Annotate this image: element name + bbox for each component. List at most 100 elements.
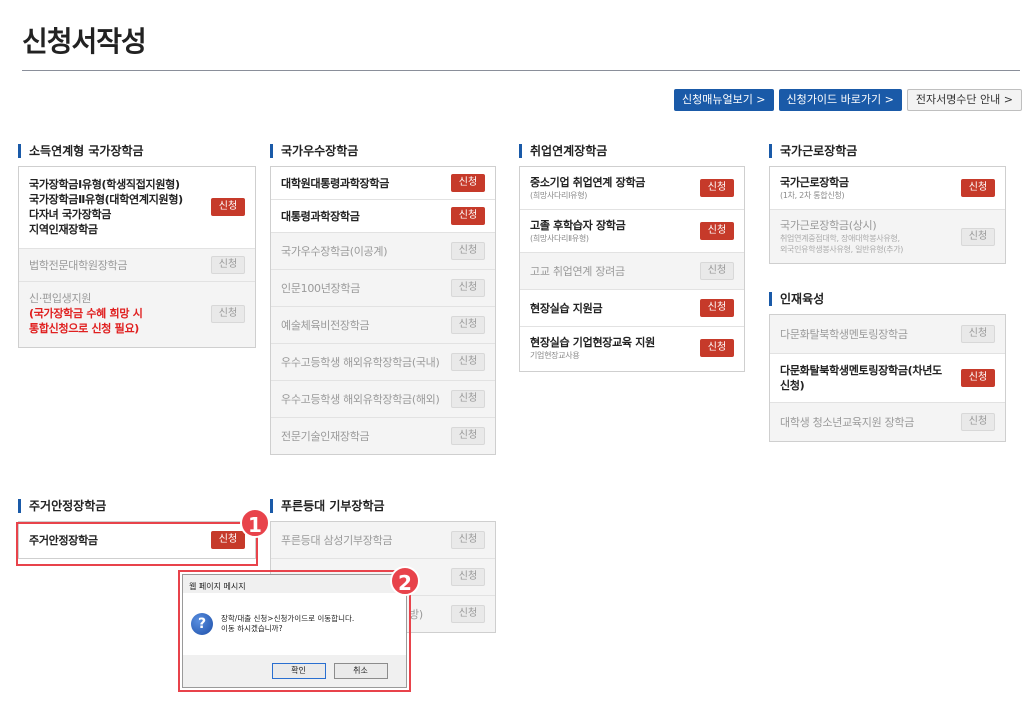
list-item: 주거안정장학금 신청 [19, 522, 255, 558]
scholarship-card: 중소기업 취업연계 장학금 (희망사다리Ⅰ유형) 신청 고졸 후학습자 장학금 (희… [519, 166, 745, 372]
notice-text: (국가장학금 수혜 희망 시 통합신청으로 신청 필요) [29, 307, 143, 335]
apply-button[interactable]: 신청 [700, 179, 734, 197]
scholarship-label: 인문100년장학금 [281, 281, 361, 295]
dialog-title: 웹 페이지 메시지 [189, 582, 246, 591]
scholarship-label: 예술체육비전장학금 [281, 318, 370, 332]
step2-badge: 2 [390, 566, 420, 596]
apply-button-disabled: 신청 [211, 304, 245, 323]
apply-button-disabled: 신청 [451, 605, 485, 623]
apply-button-disabled: 신청 [700, 262, 734, 280]
scholarship-card: 다문화탈북학생멘토링장학금 신청 다문화탈북학생멘토링장학금(차년도 신청) 신… [769, 314, 1006, 442]
apply-button-disabled: 신청 [451, 427, 485, 445]
title-divider [22, 70, 1020, 71]
list-item: 대학원대통령과학장학금 신청 [271, 167, 495, 199]
scholarship-sublabel: (1차, 2차 통합신청) [780, 191, 845, 200]
apply-button[interactable]: 신청 [211, 531, 245, 549]
scholarship-label: 국가장학금Ⅰ유형(학생직접지원형) 국가장학금Ⅱ유형(대학연계지원형) 다자녀 … [29, 178, 183, 236]
scholarship-label: 대학생 청소년교육지원 장학금 [780, 415, 915, 429]
apply-button-disabled: 신청 [451, 316, 485, 334]
dialog-button-bar: 확인 취소 [183, 663, 406, 679]
top-button-bar: 신청매뉴얼보기 > 신청가이드 바로가기 > 전자서명수단 안내 > [673, 89, 1022, 111]
scholarship-label: 고교 취업연계 장려금 [530, 264, 625, 278]
guide-link-button[interactable]: 신청가이드 바로가기 > [778, 89, 902, 111]
list-item: 현장실습 지원금 신청 [520, 289, 744, 326]
scholarship-sublabel: 기업현장교사용 [530, 351, 580, 360]
manual-view-button[interactable]: 신청매뉴얼보기 > [673, 89, 774, 111]
section-title: 소득연계형 국가장학금 [18, 144, 256, 158]
list-item: 예술체육비전장학금 신청 [271, 306, 495, 343]
dialog-body: ? 장학/대출 신청>신청가이드로 이동합니다. 이동 하시겠습니까? [183, 593, 406, 655]
scholarship-sublabel: (희망사다리Ⅰ유형) [530, 191, 588, 200]
section-title: 인재육성 [769, 292, 1006, 306]
apply-button[interactable]: 신청 [700, 339, 734, 357]
scholarship-label: 법학전문대학원장학금 [29, 258, 128, 272]
apply-button[interactable]: 신청 [700, 222, 734, 240]
list-item: 인문100년장학금 신청 [271, 269, 495, 306]
apply-button[interactable]: 신청 [961, 369, 995, 387]
scholarship-label: 국가우수장학금(이공계) [281, 244, 388, 258]
scholarship-sublabel: 취업연계중점대학, 장애대학봉사유형, 외국인유학생봉사유형, 일반유형(추가) [780, 234, 904, 254]
section-excellence-scholarship: 국가우수장학금 대학원대통령과학장학금 신청 대통령과학장학금 신청 국가우수장… [270, 144, 496, 455]
scholarship-label: 국가근로장학금(상시) [780, 219, 877, 232]
apply-button-disabled: 신청 [451, 279, 485, 297]
section-title: 국가우수장학금 [270, 144, 496, 158]
apply-button[interactable]: 신청 [700, 299, 734, 317]
confirm-dialog: 웹 페이지 메시지 ? 장학/대출 신청>신청가이드로 이동합니다. 이동 하시… [182, 574, 407, 688]
section-work-scholarship: 국가근로장학금 국가근로장학금 (1차, 2차 통합신청) 신청 국가근로장학금(… [769, 144, 1006, 264]
apply-button-disabled: 신청 [961, 325, 995, 343]
list-item: 법학전문대학원장학금 신청 [19, 248, 255, 281]
apply-button-disabled: 신청 [961, 227, 995, 246]
scholarship-label: 주거안정장학금 [29, 533, 98, 547]
section-housing-scholarship: 주거안정장학금 주거안정장학금 신청 [18, 499, 256, 559]
apply-button[interactable]: 신청 [211, 198, 245, 216]
list-item: 고졸 후학습자 장학금 (희망사다리Ⅱ유형) 신청 [520, 209, 744, 252]
list-item: 국가장학금Ⅰ유형(학생직접지원형) 국가장학금Ⅱ유형(대학연계지원형) 다자녀 … [19, 167, 255, 248]
question-icon: ? [191, 613, 213, 635]
list-item: 신·편입생지원 (국가장학금 수혜 희망 시 통합신청으로 신청 필요) 신청 [19, 281, 255, 347]
list-item: 국가근로장학금 (1차, 2차 통합신청) 신청 [770, 167, 1005, 209]
section-talent-development: 인재육성 다문화탈북학생멘토링장학금 신청 다문화탈북학생멘토링장학금(차년도 … [769, 292, 1006, 442]
apply-button-disabled: 신청 [451, 353, 485, 371]
apply-button-disabled: 신청 [211, 256, 245, 274]
apply-button-disabled: 신청 [451, 242, 485, 260]
scholarship-card: 국가근로장학금 (1차, 2차 통합신청) 신청 국가근로장학금(상시) 취업연계중… [769, 166, 1006, 264]
apply-button[interactable]: 신청 [451, 207, 485, 225]
step1-badge: 1 [240, 508, 270, 538]
list-item: 국가근로장학금(상시) 취업연계중점대학, 장애대학봉사유형, 외국인유학생봉사유… [770, 209, 1005, 263]
e-signature-info-button[interactable]: 전자서명수단 안내 > [906, 89, 1022, 111]
apply-button[interactable]: 신청 [961, 179, 995, 197]
list-item: 우수고등학생 해외유학장학금(국내) 신청 [271, 343, 495, 380]
list-item: 전문기술인재장학금 신청 [271, 417, 495, 454]
list-item: 중소기업 취업연계 장학금 (희망사다리Ⅰ유형) 신청 [520, 167, 744, 209]
apply-button[interactable]: 신청 [451, 174, 485, 192]
scholarship-label: 우수고등학생 해외유학장학금(해외) [281, 392, 440, 406]
list-item: 현장실습 기업현장교육 지원 기업현장교사용 신청 [520, 326, 744, 371]
list-item: 다문화탈북학생멘토링장학금(차년도 신청) 신청 [770, 353, 1005, 402]
scholarship-sublabel: (희망사다리Ⅱ유형) [530, 234, 589, 243]
list-item: 우수고등학생 해외유학장학금(해외) 신청 [271, 380, 495, 417]
page-title: 신청서작성 [22, 25, 147, 58]
scholarship-label: 대학원대통령과학장학금 [281, 176, 390, 190]
scholarship-card: 주거안정장학금 신청 [18, 521, 256, 559]
scholarship-card: 대학원대통령과학장학금 신청 대통령과학장학금 신청 국가우수장학금(이공계) … [270, 166, 496, 455]
scholarship-label: 중소기업 취업연계 장학금 [530, 176, 646, 189]
scholarship-label: 현장실습 지원금 [530, 301, 603, 315]
cancel-button[interactable]: 취소 [333, 663, 388, 679]
scholarship-label: 고졸 후학습자 장학금 [530, 219, 626, 232]
dialog-message: 장학/대출 신청>신청가이드로 이동합니다. 이동 하시겠습니까? [221, 614, 355, 633]
scholarship-label: 다문화탈북학생멘토링장학금 [780, 327, 908, 341]
scholarship-label: 신·편입생지원 [29, 292, 92, 305]
list-item: 대학생 청소년교육지원 장학금 신청 [770, 402, 1005, 441]
list-item: 다문화탈북학생멘토링장학금 신청 [770, 315, 1005, 353]
ok-button[interactable]: 확인 [271, 663, 326, 679]
section-employment-scholarship: 취업연계장학금 중소기업 취업연계 장학금 (희망사다리Ⅰ유형) 신청 고졸 후학… [519, 144, 745, 372]
section-title: 주거안정장학금 [18, 499, 256, 513]
list-item: 푸른등대 삼성기부장학금 신청 [271, 522, 495, 558]
section-title: 푸른등대 기부장학금 [270, 499, 496, 513]
scholarship-label: 푸른등대 삼성기부장학금 [281, 533, 393, 547]
scholarship-label: 우수고등학생 해외유학장학금(국내) [281, 355, 440, 369]
scholarship-card: 국가장학금Ⅰ유형(학생직접지원형) 국가장학금Ⅱ유형(대학연계지원형) 다자녀 … [18, 166, 256, 348]
apply-button-disabled: 신청 [961, 413, 995, 431]
list-item: 국가우수장학금(이공계) 신청 [271, 232, 495, 269]
scholarship-label: 다문화탈북학생멘토링장학금(차년도 신청) [780, 364, 942, 392]
